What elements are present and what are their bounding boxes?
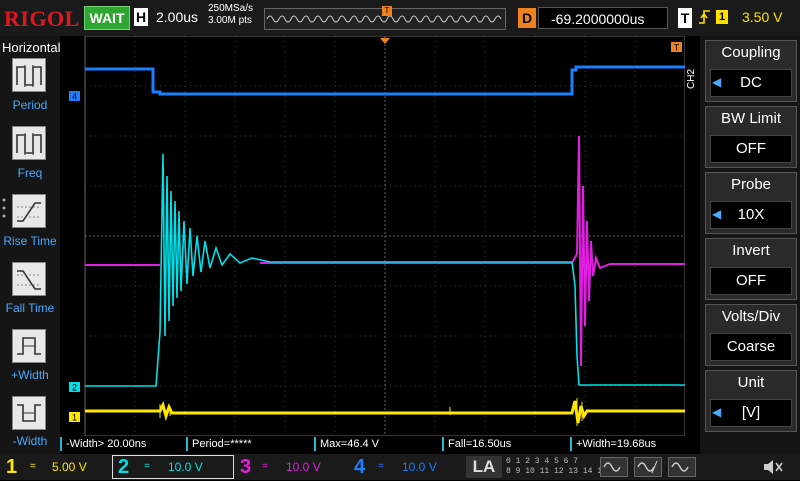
- channel-2-scale: 10.0 V: [168, 460, 203, 474]
- measurement-fall[interactable]: Fall=16.50us: [442, 437, 570, 451]
- svg-text:2: 2: [72, 383, 77, 393]
- source-1-sine-icon-alt[interactable]: [634, 457, 662, 477]
- volts-div-menu[interactable]: Volts/Div Coarse: [705, 304, 797, 366]
- unit-title: Unit: [737, 374, 765, 391]
- coupling-title: Coupling: [721, 44, 781, 61]
- source-2-sine-icon[interactable]: [668, 457, 696, 477]
- run-state-badge[interactable]: WAIT: [84, 6, 130, 30]
- invert-value: OFF: [710, 267, 792, 295]
- invert-title: Invert: [732, 242, 770, 259]
- positive-width-icon[interactable]: [12, 329, 46, 363]
- channel-4-number: 4: [354, 456, 366, 478]
- horizontal-badge: H: [134, 8, 148, 26]
- memory-depth: 3.00M pts: [208, 15, 252, 26]
- more-items-indicator: [2, 196, 6, 220]
- channel-3-scale: 10.0 V: [286, 460, 321, 474]
- rising-edge-icon: [698, 8, 712, 29]
- volts-div-title: Volts/Div: [721, 308, 781, 325]
- bw-limit-title: BW Limit: [721, 110, 781, 127]
- channel-menu-tab: CH2: [686, 69, 697, 90]
- brand-logo: RIGOL: [4, 6, 80, 31]
- trigger-position-arrow[interactable]: [380, 38, 390, 44]
- waveform-display[interactable]: 4 2 1 T T: [60, 35, 699, 437]
- period-icon[interactable]: [12, 58, 46, 92]
- channel-2-marker[interactable]: 2: [69, 382, 80, 393]
- waveform-canvas: 4 2 1 T T: [69, 35, 699, 437]
- channel-3-trace: [85, 135, 685, 367]
- bw-limit-value: OFF: [710, 135, 792, 163]
- unit-menu[interactable]: Unit [V] ◀: [705, 370, 797, 432]
- volts-div-value: Coarse: [710, 333, 792, 361]
- delay-badge: D: [518, 8, 536, 28]
- bw-limit-menu[interactable]: BW Limit OFF: [705, 106, 797, 168]
- coupling-menu[interactable]: Coupling DC ◀: [705, 40, 797, 102]
- logic-analyzer-channels: 0 1 2 3 4 5 6 7 8 9 10 11 12 13 14 15: [506, 457, 607, 477]
- negative-width-label: -Width: [12, 434, 48, 448]
- measurement-negative-width[interactable]: -Width> 20.00ns: [60, 437, 186, 451]
- frequency-label: Freq: [17, 166, 43, 180]
- channel-2-coupling: =: [144, 461, 150, 472]
- probe-menu[interactable]: Probe 10X ◀: [705, 172, 797, 234]
- channel-1-scale: 5.00 V: [52, 460, 87, 474]
- svg-text:T: T: [674, 43, 680, 53]
- channel-4-marker[interactable]: 4: [69, 91, 80, 102]
- logic-channels-row-2: 8 9 10 11 12 13 14 15: [506, 467, 607, 476]
- source-1-sine-icon[interactable]: [600, 457, 628, 477]
- trigger-badge: T: [678, 8, 692, 28]
- probe-title: Probe: [730, 176, 772, 193]
- channel-3-number: 3: [240, 456, 252, 478]
- channel-4-coupling: =: [378, 461, 384, 472]
- rise-time-label: Rise Time: [3, 234, 57, 248]
- measure-category-title: Horizontal: [2, 40, 61, 55]
- coupling-value: DC: [710, 69, 792, 97]
- svg-text:4: 4: [72, 92, 77, 102]
- svg-text:1: 1: [72, 413, 77, 423]
- channel-3-coupling: =: [262, 461, 268, 472]
- trigger-position-marker[interactable]: T: [382, 6, 392, 16]
- channel-2-number: 2: [118, 456, 130, 478]
- measurement-positive-width[interactable]: +Width=19.68us: [570, 437, 698, 451]
- rise-time-icon[interactable]: [12, 194, 46, 228]
- negative-width-icon[interactable]: [12, 396, 46, 430]
- speaker-muted-icon[interactable]: [762, 458, 784, 476]
- sample-rate: 250MSa/s: [208, 3, 254, 14]
- channel-1-marker[interactable]: 1: [69, 412, 80, 423]
- trigger-level[interactable]: 3.50 V: [742, 9, 782, 25]
- fall-time-icon[interactable]: [12, 262, 46, 296]
- fall-time-label: Fall Time: [5, 301, 55, 315]
- measurement-max[interactable]: Max=46.4 V: [314, 437, 442, 451]
- unit-value: [V]: [710, 399, 792, 427]
- left-arrow-icon: ◀: [712, 75, 722, 89]
- invert-menu[interactable]: Invert OFF: [705, 238, 797, 300]
- channel-1-coupling: =: [30, 461, 36, 472]
- trigger-level-marker-top[interactable]: T: [671, 42, 682, 53]
- horizontal-delay-value[interactable]: -69.2000000us: [538, 7, 668, 29]
- probe-value: 10X: [710, 201, 792, 229]
- channel-4-scale: 10.0 V: [402, 460, 437, 474]
- timebase-value[interactable]: 2.00us: [156, 9, 198, 25]
- measurement-period[interactable]: Period=*****: [186, 437, 314, 451]
- logic-channels-row-1: 0 1 2 3 4 5 6 7: [506, 457, 579, 466]
- period-label: Period: [12, 98, 48, 112]
- left-arrow-icon: ◀: [712, 207, 722, 221]
- channel-1-number: 1: [6, 456, 18, 478]
- acquisition-info: 250MSa/s 3.00M pts: [208, 3, 253, 27]
- left-arrow-icon: ◀: [712, 405, 722, 419]
- logic-analyzer-button[interactable]: LA: [466, 456, 502, 478]
- trigger-source: 1: [716, 10, 728, 24]
- positive-width-label: +Width: [11, 368, 49, 382]
- frequency-icon[interactable]: [12, 126, 46, 160]
